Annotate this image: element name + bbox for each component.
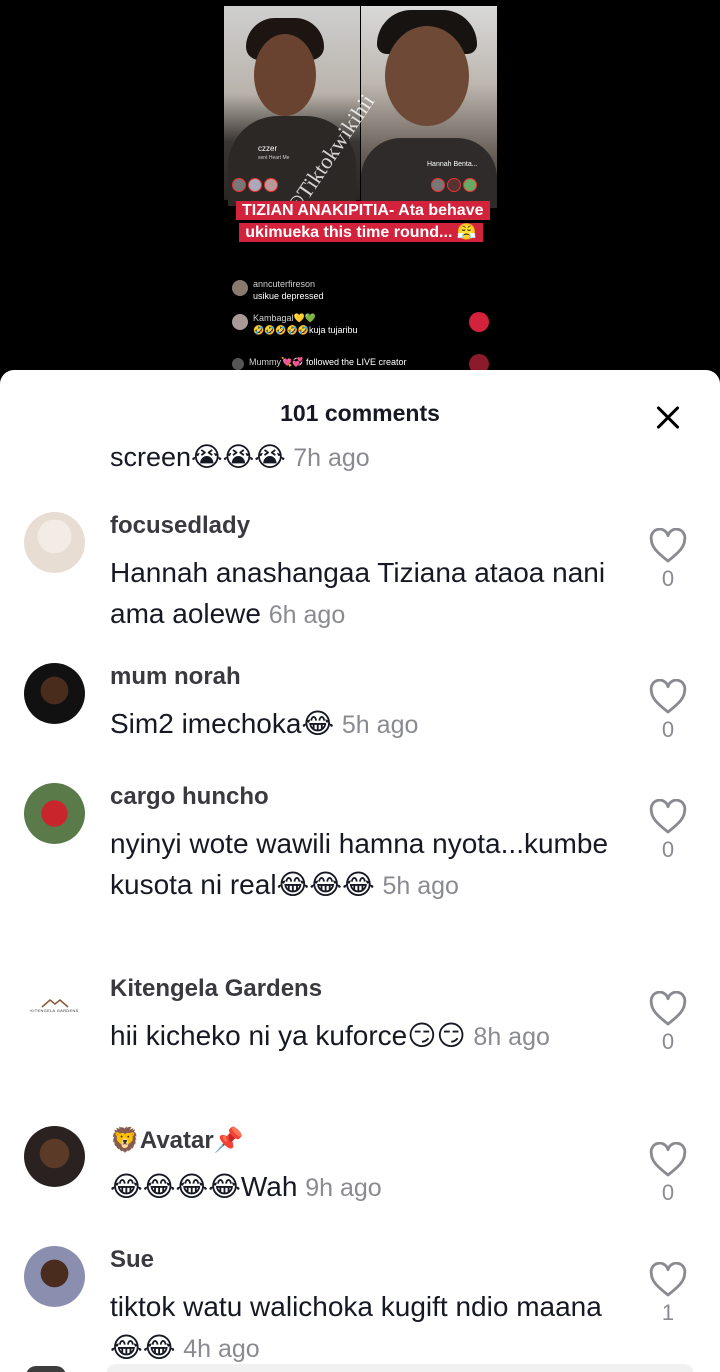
follow-icon (232, 358, 244, 370)
live-comment-user: Mummy💘💞 (249, 357, 304, 367)
left-gifter-avatars (232, 178, 278, 192)
comment-time: 5h ago (382, 872, 459, 900)
left-user-name: czzer (258, 144, 278, 153)
live-comment-avatar (232, 280, 248, 296)
comment-username[interactable]: Kitengela Gardens (110, 975, 322, 1003)
right-camera-feed: Hannah Benta... (361, 6, 497, 208)
live-comment-text: followed the LIVE creator (305, 357, 407, 367)
partial-comment-text: screen😭😭😭 (110, 442, 286, 472)
heart-icon (649, 679, 687, 714)
comment-username[interactable]: Sue (110, 1246, 154, 1274)
comment-time: 7h ago (293, 444, 370, 472)
comment-time: 6h ago (268, 601, 346, 629)
add-comment-input[interactable] (106, 1364, 694, 1372)
comments-sheet: 101 comments screen😭😭😭 7h ago focusedlad… (0, 370, 720, 1372)
comment-text: Sim2 imechoka😂 (110, 708, 335, 739)
like-count: 0 (661, 837, 675, 862)
live-comment: Kambagal💛💚 🤣🤣🤣🤣🤣kuja tujaribu (232, 312, 358, 336)
like-count: 0 (661, 717, 675, 742)
live-comment-text: 🤣🤣🤣🤣🤣kuja tujaribu (253, 325, 358, 335)
heart-icon (649, 1142, 687, 1177)
right-person-body (361, 138, 497, 208)
comment-time: 5h ago (341, 711, 419, 739)
comment-body: hii kicheko ni ya kuforce😏😏 8h ago (110, 1015, 630, 1058)
comment-body: tiktok watu walichoka kugift ndio maana😂… (110, 1286, 630, 1370)
video-caption: TIZIAN ANAKIPITIA- Ata behave ukimueka t… (236, 200, 490, 244)
comment-time: 9h ago (305, 1174, 382, 1202)
partial-comment: screen😭😭😭 7h ago (110, 442, 370, 473)
heart-icon (649, 1262, 687, 1297)
comments-count-title: 101 comments (280, 400, 440, 426)
live-comment-user: Kambagal💛💚 (253, 313, 316, 323)
left-camera-feed: czzer sent Heart Me (224, 6, 360, 206)
roof-logo-icon (40, 998, 69, 1008)
video-caption-text: TIZIAN ANAKIPITIA- Ata behave ukimueka t… (236, 201, 490, 242)
avatar[interactable] (24, 1246, 85, 1307)
video-player[interactable]: czzer sent Heart Me Hannah Benta... @Tik… (0, 0, 720, 390)
comment-text: nyinyi wote wawili hamna nyota...kumbe k… (110, 828, 609, 900)
comment-username[interactable]: cargo huncho (110, 783, 269, 811)
avatar[interactable] (24, 512, 85, 573)
like-count: 0 (661, 1029, 675, 1054)
comment-body: Hannah anashangaa Tiziana ataoa nani ama… (110, 552, 630, 636)
like-button[interactable]: 0 (648, 991, 688, 1055)
right-user-name: Hannah Benta... (427, 161, 478, 168)
comment-text: Hannah anashangaa Tiziana ataoa nani ama… (110, 557, 606, 629)
comment-body: Sim2 imechoka😂 5h ago (110, 703, 630, 746)
comment-username[interactable]: focusedlady (110, 512, 250, 540)
avatar[interactable] (24, 663, 85, 724)
close-icon[interactable] (650, 400, 686, 436)
heart-icon (649, 799, 687, 834)
left-person-face (254, 34, 316, 116)
like-count: 0 (661, 1180, 675, 1205)
comment-text: hii kicheko ni ya kuforce😏😏 (110, 1020, 466, 1051)
right-gifter-avatars (431, 178, 477, 192)
comment-body: 😂😂😂😂Wah 9h ago (110, 1166, 630, 1209)
comment-username[interactable]: mum norah (110, 663, 241, 691)
heart-icon (649, 528, 687, 563)
like-button[interactable]: 0 (648, 799, 688, 863)
live-comment: Mummy💘💞 followed the LIVE creator (232, 356, 407, 370)
like-button[interactable]: 0 (648, 679, 688, 743)
avatar[interactable]: KITENGELA GARDENS (24, 975, 85, 1036)
avatar[interactable] (24, 1126, 85, 1187)
avatar-logo-text: KITENGELA GARDENS (30, 1008, 79, 1013)
my-avatar (26, 1366, 66, 1372)
like-button[interactable]: 1 (648, 1262, 688, 1326)
live-comment-avatar (232, 314, 248, 330)
avatar[interactable] (24, 783, 85, 844)
gift-icon[interactable] (469, 312, 489, 332)
live-comment: anncuterfireson usikue depressed (232, 278, 324, 302)
heart-icon (649, 991, 687, 1026)
like-count: 0 (661, 566, 675, 591)
like-button[interactable]: 0 (648, 528, 688, 592)
live-comment-text: usikue depressed (253, 291, 324, 301)
left-user-sub: sent Heart Me (258, 155, 290, 161)
live-video-frame[interactable]: czzer sent Heart Me Hannah Benta... @Tik… (224, 6, 497, 386)
comment-time: 8h ago (473, 1023, 550, 1051)
comment-text: 😂😂😂😂Wah (110, 1171, 298, 1202)
comment-username[interactable]: 🦁Avatar📌 (110, 1126, 244, 1155)
like-count: 1 (661, 1300, 675, 1325)
like-button[interactable]: 0 (648, 1142, 688, 1206)
live-comment-user: anncuterfireson (253, 279, 316, 289)
comment-time: 4h ago (183, 1335, 260, 1363)
comment-body: nyinyi wote wawili hamna nyota...kumbe k… (110, 823, 630, 907)
